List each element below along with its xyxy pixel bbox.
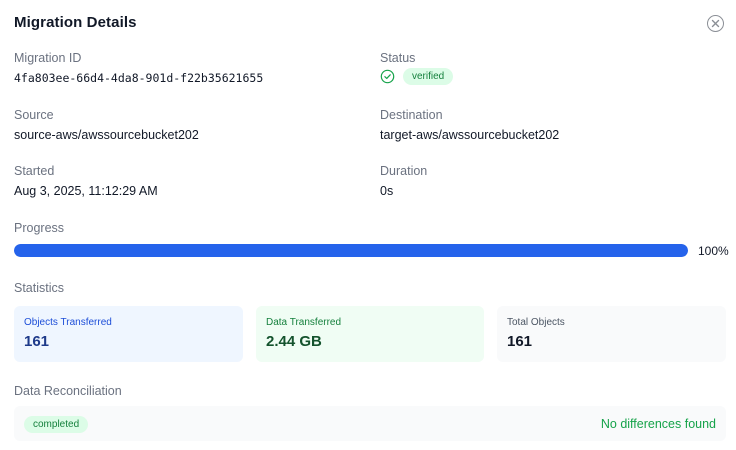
progress-bar-fill	[14, 244, 688, 257]
migration-id-value: 4fa803ee-66d4-4da8-901d-f22b35621655	[14, 71, 264, 85]
check-circle-icon	[380, 69, 395, 84]
progress-percent: 100%	[698, 244, 729, 258]
data-transferred-card: Data Transferred 2.44 GB	[256, 306, 484, 362]
objects-transferred-value: 161	[24, 333, 50, 350]
status-row: verified	[380, 68, 454, 85]
progress-label: Progress	[14, 221, 65, 235]
started-value: Aug 3, 2025, 11:12:29 AM	[14, 184, 158, 198]
close-icon	[711, 19, 720, 28]
statistics-label: Statistics	[14, 281, 65, 295]
duration-label: Duration	[380, 164, 428, 178]
data-transferred-value: 2.44 GB	[266, 333, 322, 350]
migration-details-dialog: Migration Details Migration ID 4fa803ee-…	[0, 0, 736, 450]
total-objects-label: Total Objects	[507, 317, 565, 328]
total-objects-card: Total Objects 161	[497, 306, 726, 362]
source-value: source-aws/awssourcebucket202	[14, 128, 199, 142]
reconciliation-status-badge: completed	[24, 416, 89, 433]
reconciliation-label: Data Reconciliation	[14, 384, 122, 398]
started-label: Started	[14, 164, 55, 178]
migration-id-label: Migration ID	[14, 51, 82, 65]
status-label: Status	[380, 51, 416, 65]
close-button[interactable]	[707, 15, 724, 32]
reconciliation-result: No differences found	[600, 417, 716, 431]
status-badge: verified	[403, 68, 454, 85]
destination-label: Destination	[380, 108, 443, 122]
reconciliation-panel: completed No differences found	[14, 406, 726, 441]
destination-value: target-aws/awssourcebucket202	[380, 128, 560, 142]
dialog-title: Migration Details	[14, 14, 137, 31]
duration-value: 0s	[380, 184, 394, 198]
data-transferred-label: Data Transferred	[266, 317, 342, 328]
objects-transferred-card: Objects Transferred 161	[14, 306, 243, 362]
progress-bar	[14, 244, 688, 257]
objects-transferred-label: Objects Transferred	[24, 317, 112, 328]
source-label: Source	[14, 108, 54, 122]
total-objects-value: 161	[507, 333, 533, 350]
